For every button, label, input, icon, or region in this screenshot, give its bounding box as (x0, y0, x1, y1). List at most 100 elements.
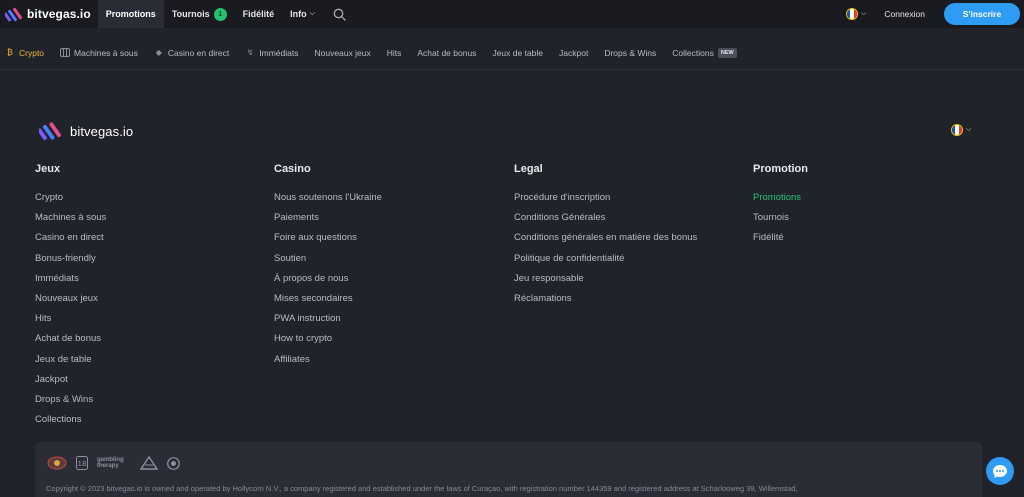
bitcoin-icon: ₿ (7, 48, 13, 57)
brand-name: bitvegas.io (27, 7, 91, 21)
footer-link[interactable]: Soutien (274, 249, 382, 269)
footer-link[interactable]: Conditions générales en matière des bonu… (514, 228, 697, 248)
slot-machine-icon (60, 48, 71, 58)
tournaments-count-badge: 1 (213, 7, 227, 21)
gamcare-logo-icon[interactable] (140, 456, 158, 470)
nav-tournaments-label: Tournois (171, 9, 210, 19)
footer-link[interactable]: Tournois (753, 208, 808, 228)
category-collections[interactable]: Collections NEW (672, 47, 737, 58)
nav-tournaments[interactable]: Tournois 1 (164, 0, 235, 28)
category-jackpot-label: Jackpot (559, 47, 589, 58)
search-icon (333, 8, 346, 21)
footer-link[interactable]: Mises secondaires (274, 289, 382, 309)
footer-column-promotion: Promotion Promotions Tournois Fidélité (753, 163, 808, 249)
footer-link[interactable]: Bonus-friendly (35, 249, 106, 269)
footer-link[interactable]: À propos de nous (274, 269, 382, 289)
footer-column-title: Casino (274, 163, 311, 175)
footer-link[interactable]: Fidélité (753, 228, 808, 248)
footer-link[interactable]: Collections (35, 410, 106, 430)
gambling-therapy-logo[interactable]: gambling therapy (97, 457, 131, 469)
category-slots[interactable]: Machines à sous (60, 48, 138, 58)
chat-bubble-icon (993, 464, 1007, 478)
login-button[interactable]: Connexion (884, 9, 925, 19)
nav-loyalty[interactable]: Fidélité (235, 0, 283, 28)
footer-link[interactable]: Machines à sous (35, 208, 106, 228)
footer-link[interactable]: Jeu responsable (514, 269, 697, 289)
footer-link[interactable]: How to crypto (274, 329, 382, 349)
category-instant[interactable]: ↯ Immédiats (245, 48, 299, 58)
footer-column-title: Promotion (753, 163, 808, 175)
footer-language-selector[interactable]: ⌵ (951, 124, 971, 136)
footer-link[interactable]: Réclamations (514, 289, 697, 309)
svg-text:18: 18 (78, 460, 87, 468)
footer-link[interactable]: Casino en direct (35, 228, 106, 248)
footer-column-title: Legal (514, 163, 543, 175)
footer-link-active[interactable]: Promotions (753, 188, 808, 208)
category-crypto-label: Crypto (19, 47, 45, 58)
footer-link[interactable]: PWA instruction (274, 309, 382, 329)
seal-logo-icon[interactable] (47, 456, 67, 470)
footer-column-casino: Casino Nous soutenons l'Ukraine Paiement… (274, 163, 382, 370)
footer-link[interactable]: Procédure d'inscription (514, 188, 697, 208)
chevron-down-icon: ⌵ (966, 126, 972, 133)
footer-link[interactable]: Foire aux questions (274, 228, 382, 248)
footer-link[interactable]: Nous soutenons l'Ukraine (274, 188, 382, 208)
header-actions: ⌵ Connexion S'inscrire (846, 0, 1024, 28)
category-collections-label: Collections (672, 47, 714, 58)
category-table-games[interactable]: Jeux de table (492, 48, 543, 58)
footer-link[interactable]: Hits (35, 309, 106, 329)
footer-link[interactable]: Affiliates (274, 350, 382, 370)
top-navigation-bar: bitvegas.io Promotions Tournois 1 Fidéli… (0, 0, 1024, 28)
trust-badges: 18 gambling therapy (47, 456, 189, 470)
live-chat-button[interactable] (986, 457, 1014, 485)
chevron-down-icon: ⌵ (309, 10, 315, 17)
category-bonus-buy[interactable]: Achat de bonus (417, 48, 476, 58)
footer-link[interactable]: Drops & Wins (35, 390, 106, 410)
signup-button[interactable]: S'inscrire (944, 3, 1020, 25)
french-flag-icon (951, 124, 963, 136)
nav-info[interactable]: Info ⌵ (282, 0, 323, 28)
language-selector[interactable]: ⌵ (846, 8, 866, 20)
live-dice-icon: ◆ (155, 48, 162, 57)
copyright-text: Copyright © 2023 bitvegas.io is owned an… (46, 484, 798, 493)
footer-link[interactable]: Paiements (274, 208, 382, 228)
footer-link[interactable]: Jackpot (35, 370, 106, 390)
footer-link[interactable]: Conditions Générales (514, 208, 697, 228)
bitvegas-logo-icon (39, 122, 61, 141)
footer-link[interactable]: Crypto (35, 188, 106, 208)
lightning-icon: ↯ (246, 48, 254, 57)
footer-link[interactable]: Achat de bonus (35, 329, 106, 349)
category-drops-wins[interactable]: Drops & Wins (604, 48, 656, 58)
category-new-games[interactable]: Nouveaux jeux (314, 48, 370, 58)
footer-link[interactable]: Politique de confidentialité (514, 249, 697, 269)
category-jackpot[interactable]: Jackpot (559, 48, 588, 58)
nav-promotions-label: Promotions (105, 9, 156, 19)
age-18-plus-icon: 18 (76, 456, 88, 470)
nav-info-label: Info (290, 9, 307, 19)
footer-brand-logo[interactable]: bitvegas.io (39, 120, 133, 142)
category-new-games-label: Nouveaux jeux (314, 47, 371, 58)
brand-logo[interactable]: bitvegas.io (5, 6, 91, 23)
category-drops-wins-label: Drops & Wins (604, 47, 657, 58)
category-bonus-buy-label: Achat de bonus (417, 47, 477, 58)
category-hits[interactable]: Hits (387, 48, 402, 58)
footer-link[interactable]: Jeux de table (35, 350, 106, 370)
nav-promotions[interactable]: Promotions (97, 0, 164, 28)
category-crypto[interactable]: ₿ Crypto (5, 48, 44, 58)
footer-column-games: Jeux Crypto Machines à sous Casino en di… (35, 163, 106, 430)
footer-link[interactable]: Immédiats (35, 269, 106, 289)
license-card: 18 gambling therapy Copyright © 2023 bit… (35, 442, 982, 497)
footer-link[interactable]: Nouveaux jeux (35, 289, 106, 309)
search-button[interactable] (333, 8, 346, 21)
main-nav: Promotions Tournois 1 Fidélité Info ⌵ (97, 0, 346, 28)
category-live-casino[interactable]: ◆ Casino en direct (154, 48, 230, 58)
category-slots-label: Machines à sous (74, 47, 138, 58)
itech-labs-logo-icon[interactable] (167, 456, 180, 470)
category-table-games-label: Jeux de table (492, 47, 544, 58)
game-category-bar: ₿ Crypto Machines à sous ◆ Casino en dir… (0, 36, 1024, 70)
signup-label: S'inscrire (962, 9, 1002, 19)
footer-brand-name: bitvegas.io (70, 123, 134, 139)
bitvegas-logo-icon (5, 7, 22, 21)
category-hits-label: Hits (386, 47, 402, 58)
chevron-down-icon: ⌵ (861, 10, 867, 17)
